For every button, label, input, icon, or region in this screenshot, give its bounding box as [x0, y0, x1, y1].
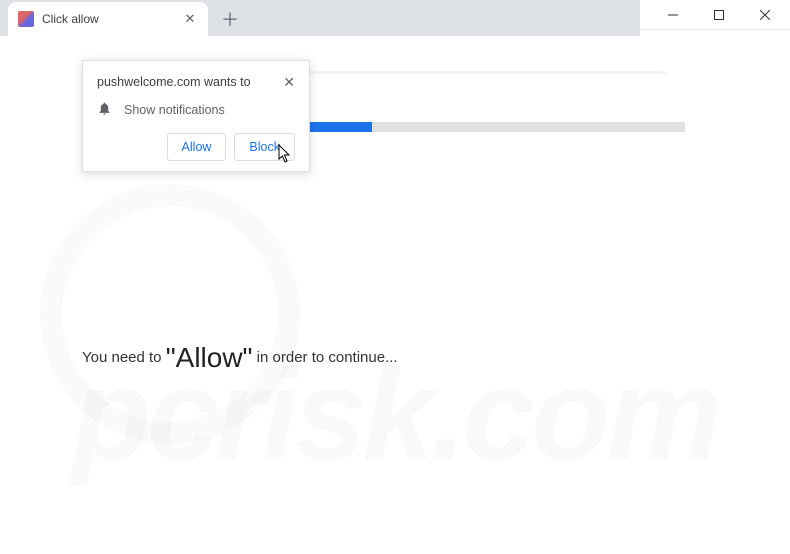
permission-site-label: pushwelcome.com wants to	[97, 75, 251, 89]
message-suffix: in order to continue...	[257, 349, 398, 366]
watermark-logo-circle	[40, 184, 300, 444]
new-tab-button[interactable]: ＋	[216, 5, 244, 33]
main-message: You need to "Allow" in order to continue…	[82, 342, 398, 374]
tab-favicon	[18, 11, 34, 27]
message-prefix: You need to	[82, 349, 166, 366]
close-icon	[760, 10, 770, 20]
allow-button[interactable]: Allow	[167, 133, 227, 161]
window-close-button[interactable]	[742, 0, 788, 30]
tab-close-icon[interactable]: ✕	[182, 11, 198, 27]
message-allow-big: "Allow"	[166, 342, 253, 373]
permission-close-icon[interactable]: ✕	[283, 75, 295, 89]
tab-title: Click allow	[42, 12, 174, 26]
permission-type-label: Show notifications	[124, 103, 225, 117]
bell-icon	[97, 101, 112, 119]
window-maximize-button[interactable]	[696, 0, 742, 30]
notification-permission-dialog: pushwelcome.com wants to ✕ Show notifica…	[82, 60, 310, 172]
minimize-icon	[668, 10, 678, 20]
tab-strip: Click allow ✕ ＋	[0, 0, 640, 36]
active-tab[interactable]: Click allow ✕	[8, 2, 208, 36]
block-button[interactable]: Block	[234, 133, 295, 161]
window-minimize-button[interactable]	[650, 0, 696, 30]
maximize-icon	[714, 10, 724, 20]
